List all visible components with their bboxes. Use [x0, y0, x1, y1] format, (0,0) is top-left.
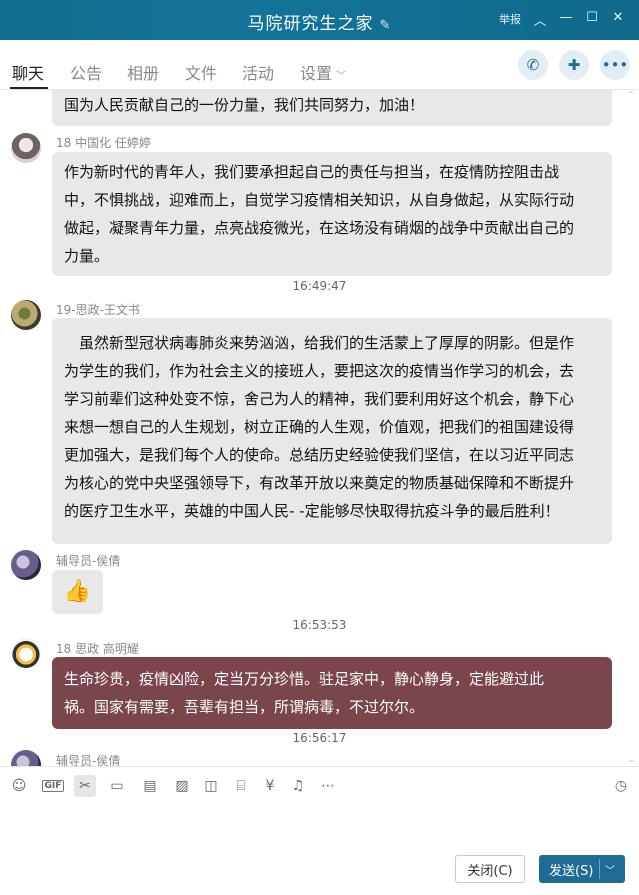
gif-label: GIF: [41, 780, 65, 792]
edit-icon[interactable]: ✎: [380, 18, 392, 33]
window-title: 马院研究生之家: [247, 14, 374, 34]
tab-settings-label: 设置: [300, 64, 333, 83]
message-line: 为核心的党中央坚强领导下，有改革开放以来奠定的物质基础保障和不断提升: [64, 474, 575, 492]
emoji-icon[interactable]: ☺: [8, 775, 30, 797]
emoji-message[interactable]: 👍: [52, 570, 103, 614]
scissors-icon[interactable]: ✂: [74, 775, 96, 797]
send-button[interactable]: 发送(S) ﹀: [539, 855, 625, 883]
folder-icon[interactable]: ▭: [106, 775, 128, 797]
maximize-icon[interactable]: ☐: [579, 10, 605, 29]
message-bubble[interactable]: 虽然新型冠状病毒肺炎来势汹汹，给我们的生活蒙上了厚厚的阴影。但是作 为学生的我们…: [52, 318, 612, 544]
tab-chat[interactable]: 聊天: [12, 60, 44, 84]
input-toolbar: ☺ GIF ✂ ▭ ▤ ▨ ◫ ⌸ ¥ ♫ ⋯ ◷: [0, 766, 639, 804]
phone-icon[interactable]: ✆: [518, 50, 548, 80]
gift-icon[interactable]: ⌸: [230, 775, 252, 797]
sender-name: 辅导员-侯倩: [56, 554, 121, 568]
red-packet-icon[interactable]: ¥: [259, 775, 281, 797]
thumbs-up-icon: 👍: [63, 579, 92, 604]
close-icon[interactable]: ✕: [605, 10, 631, 29]
active-tab-underline: [10, 87, 48, 89]
message-line: 做起，凝聚青年力量，点亮战疫微光，在这场没有硝烟的战争中贡献出自己的: [64, 219, 575, 237]
avatar[interactable]: [11, 133, 41, 163]
minimize-icon[interactable]: —: [553, 10, 579, 29]
gift-box-icon[interactable]: ◫: [200, 775, 222, 797]
message-line: 为学生的我们，作为社会主义的接班人，要把这次的疫情当作学习的机会，去: [64, 362, 575, 380]
tab-album[interactable]: 相册: [127, 60, 159, 84]
message-line: 虽然新型冠状病毒肺炎来势汹汹，给我们的生活蒙上了厚厚的阴影。但是作: [64, 334, 575, 352]
message-bubble-highlight[interactable]: 生命珍贵，疫情凶险，定当万分珍惜。驻足家中，静心静身，定能避过此 祸。国家有需要…: [52, 657, 612, 729]
more-icon[interactable]: •••: [600, 50, 630, 80]
avatar[interactable]: [11, 550, 41, 580]
message-line: 的医疗卫生水平，英雄的中国人民- -定能够尽快取得抗疫斗争的最后胜利！: [64, 502, 560, 520]
chevron-down-icon[interactable]: ﹀: [605, 862, 615, 877]
sender-name: 18 中国化 任婷婷: [56, 136, 151, 150]
more-circle-icon[interactable]: ⋯: [317, 775, 339, 797]
avatar[interactable]: [11, 638, 41, 668]
message-line: 来想一想自己的人生规划，树立正确的人生观，价值观，把我们的祖国建设得: [64, 418, 575, 436]
message-input[interactable]: [0, 804, 639, 850]
send-label: 发送(S): [549, 863, 594, 879]
avatar[interactable]: [11, 300, 41, 330]
message-line: 学习前辈们这种处变不惊，舍己为人的精神，我们要利用好这个机会，静下心: [64, 390, 575, 408]
message-line: 祸。国家有需要，吾辈有担当，所谓病毒，不过尔尔。: [64, 698, 425, 716]
message-line: 作为新时代的青年人，我们要承担起自己的责任与担当，在疫情防控阻击战: [64, 163, 560, 181]
scroll-up-icon[interactable]: ⌃: [627, 91, 635, 101]
gif-icon[interactable]: GIF: [40, 775, 66, 797]
close-button[interactable]: 关闭(C): [455, 855, 525, 883]
collapse-up-icon[interactable]: ︿: [527, 10, 553, 29]
timestamp: 16:53:53: [292, 618, 347, 632]
message-bubble[interactable]: 国为人民贡献自己的一份力量，我们共同努力，加油！: [52, 90, 612, 126]
sender-name: 18 思政 高明耀: [56, 642, 139, 656]
chat-messages[interactable]: ⌃ 国为人民贡献自己的一份力量，我们共同努力，加油！ 18 中国化 任婷婷 作为…: [0, 90, 639, 766]
message-bubble[interactable]: 作为新时代的青年人，我们要承担起自己的责任与担当，在疫情防控阻击战 中，不惧挑战…: [52, 152, 612, 276]
timestamp: 16:56:17: [292, 731, 347, 745]
avatar[interactable]: [11, 750, 41, 766]
image-icon[interactable]: ▨: [171, 775, 193, 797]
message-line: 国为人民贡献自己的一份力量，我们共同努力，加油！: [64, 96, 425, 114]
scroll-down-icon[interactable]: ⌄: [627, 755, 635, 765]
button-divider: [599, 859, 600, 879]
message-line: 生命珍贵，疫情凶险，定当万分珍惜。驻足家中，静心静身，定能避过此: [64, 670, 545, 688]
message-line: 力量。: [64, 247, 110, 265]
chevron-down-icon: ﹀: [336, 71, 347, 82]
tab-activity[interactable]: 活动: [242, 60, 274, 84]
message-line: 中，不惧挑战，迎难而上，自觉学习疫情相关知识，从自身做起，从实际行动: [64, 191, 575, 209]
chat-plus-icon[interactable]: ✚: [559, 50, 589, 80]
sender-name: 辅导员-侯倩: [56, 754, 121, 766]
sender-name: 19-思政-王文书: [56, 303, 140, 317]
document-icon[interactable]: ▤: [139, 775, 161, 797]
tab-files[interactable]: 文件: [185, 60, 217, 84]
title-bar[interactable]: 马院研究生之家 ✎ 举报 ︿ — ☐ ✕: [0, 0, 639, 40]
timestamp: 16:49:47: [292, 279, 347, 293]
window-controls: 举报 ︿ — ☐ ✕: [493, 10, 631, 29]
tab-announcement[interactable]: 公告: [70, 60, 102, 84]
tab-settings[interactable]: 设置 ﹀: [300, 60, 346, 84]
history-clock-icon[interactable]: ◷: [610, 775, 632, 797]
report-button[interactable]: 举报: [493, 10, 527, 29]
bell-icon[interactable]: ♫: [287, 775, 309, 797]
message-line: 更加强大，是我们每个人的使命。总结历史经验使我们坚信，在以习近平同志: [64, 446, 575, 464]
tab-bar: 聊天 公告 相册 文件 活动 设置 ﹀ ✆ ✚ •••: [0, 40, 639, 90]
